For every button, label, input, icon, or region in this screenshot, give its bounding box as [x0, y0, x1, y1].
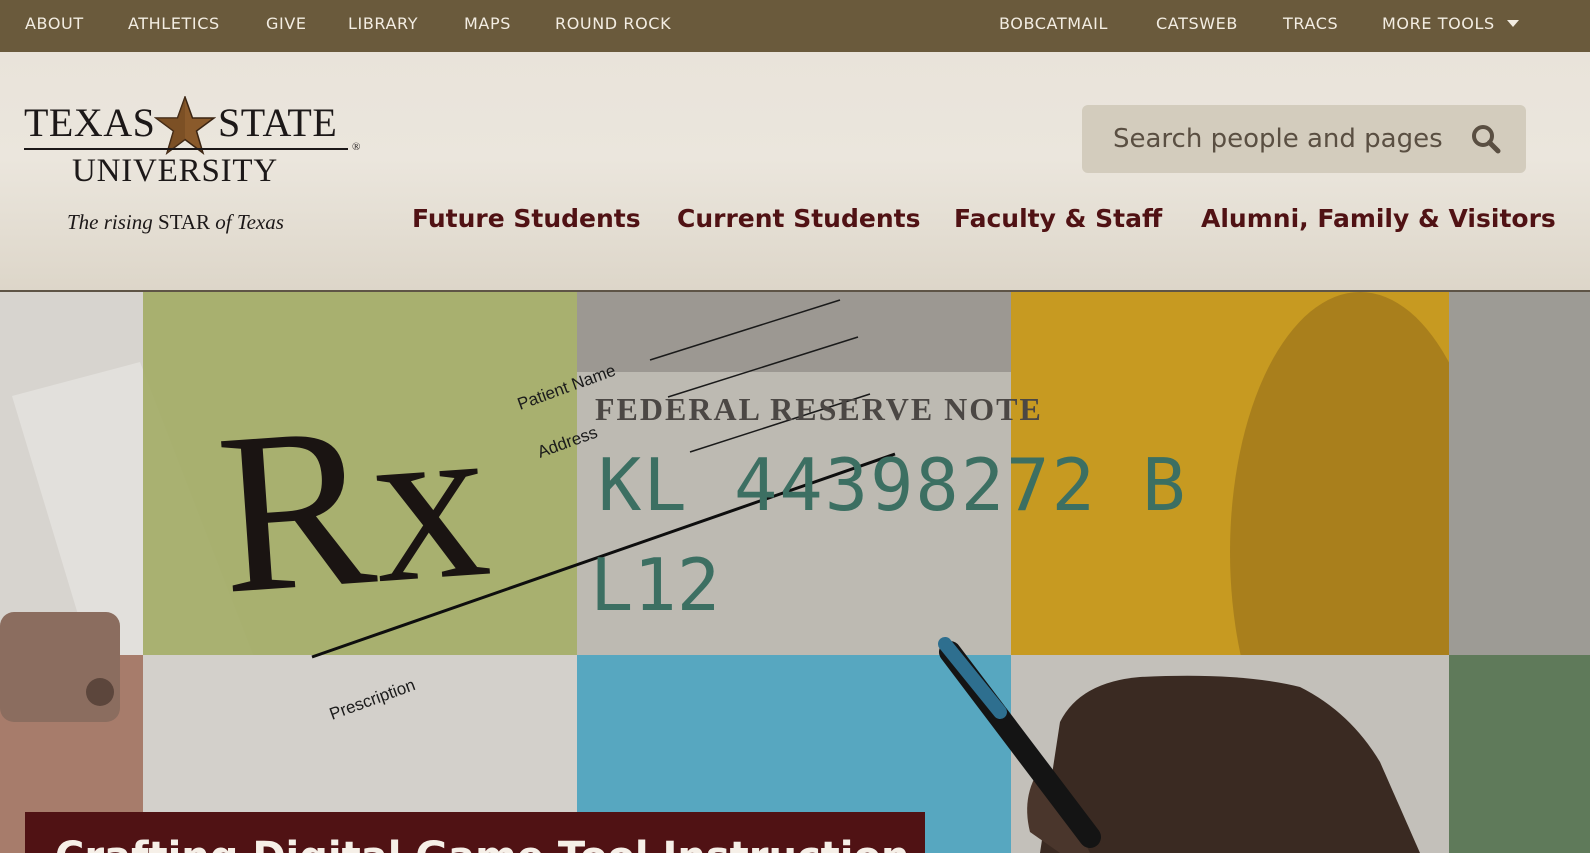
utility-link-bobcatmail[interactable]: BOBCATMAIL — [999, 0, 1108, 47]
hero-rx: Rx — [211, 369, 497, 642]
logo-rule — [24, 148, 348, 150]
logo-word-texas: TEXAS — [24, 100, 156, 145]
chevron-down-icon — [1506, 19, 1519, 27]
utility-link-maps[interactable]: MAPS — [464, 0, 511, 47]
utility-link-tracs[interactable]: TRACS — [1283, 0, 1338, 47]
tagline-texas: Texas — [236, 210, 284, 234]
nav-current-students[interactable]: Current Students — [677, 204, 920, 233]
hero-image: Rx Patient Name Address Prescription FED… — [0, 292, 1590, 853]
site-header: TEXAS STATE ® UNIVERSITY The rising STAR… — [0, 52, 1590, 292]
hero-headline-box[interactable]: Crafting Digital Game Tool Instruction — [25, 812, 925, 853]
utility-link-athletics[interactable]: ATHLETICS — [128, 0, 220, 47]
search-icon[interactable] — [1470, 123, 1502, 155]
hero-banner: Rx Patient Name Address Prescription FED… — [0, 292, 1590, 853]
nav-future-students[interactable]: Future Students — [412, 204, 641, 233]
search-box[interactable]: Search people and pages — [1082, 105, 1526, 173]
logo-tagline: The rising STAR of Texas — [67, 210, 284, 235]
search-input-placeholder[interactable]: Search people and pages — [1113, 105, 1443, 173]
more-tools-dropdown[interactable]: MORE TOOLS — [1382, 0, 1519, 47]
nav-faculty-staff[interactable]: Faculty & Staff — [954, 204, 1162, 233]
utility-bar: ABOUT ATHLETICS GIVE LIBRARY MAPS ROUND … — [0, 0, 1590, 52]
tagline-of: of — [215, 210, 232, 234]
university-logo[interactable]: TEXAS STATE ® UNIVERSITY The rising STAR… — [24, 96, 374, 246]
registered-mark: ® — [352, 141, 361, 153]
hero-serial: KL 44398272 B — [598, 443, 1188, 527]
utility-link-catsweb[interactable]: CATSWEB — [1156, 0, 1238, 47]
logo-word-state: STATE — [218, 100, 338, 145]
hero-plate: L12 — [590, 543, 720, 627]
more-tools-label: MORE TOOLS — [1382, 14, 1495, 33]
hero-federal-reserve-note: FEDERAL RESERVE NOTE — [595, 391, 1043, 427]
utility-link-about[interactable]: ABOUT — [25, 0, 84, 47]
nav-alumni-family-visitors[interactable]: Alumni, Family & Visitors — [1201, 204, 1556, 233]
logo-word-university: UNIVERSITY — [72, 153, 278, 189]
tagline-prefix: The rising — [67, 210, 153, 234]
utility-link-give[interactable]: GIVE — [266, 0, 307, 47]
utility-link-library[interactable]: LIBRARY — [348, 0, 418, 47]
tagline-star: STAR — [158, 210, 211, 234]
utility-link-round-rock[interactable]: ROUND ROCK — [555, 0, 671, 47]
hero-headline: Crafting Digital Game Tool Instruction — [55, 834, 909, 853]
